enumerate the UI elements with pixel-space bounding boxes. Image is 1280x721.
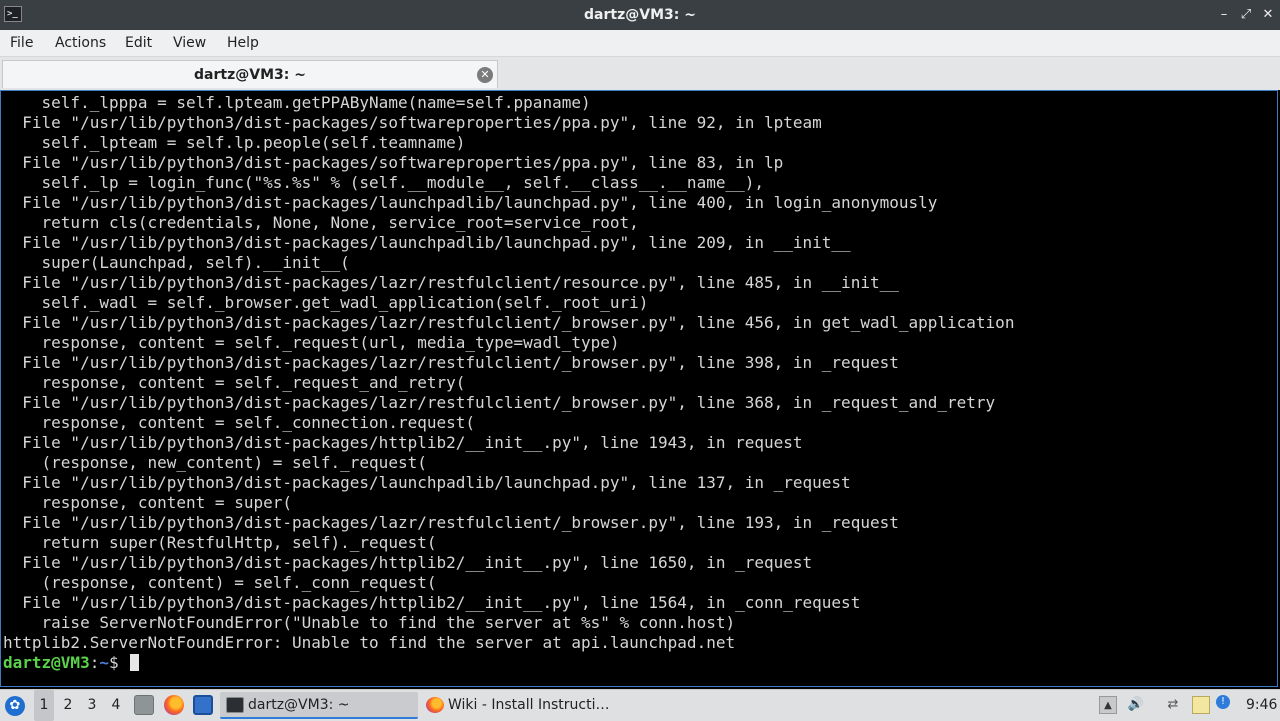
terminal-line: File "/usr/lib/python3/dist-packages/lau… (3, 193, 938, 212)
menu-bar: File Actions Edit View Help (0, 30, 1280, 57)
terminal-line: (response, content) = self._conn_request… (3, 573, 437, 592)
terminal-line: File "/usr/lib/python3/dist-packages/lau… (3, 473, 851, 492)
eject-icon[interactable]: ▲ (1099, 696, 1117, 714)
volume-icon[interactable]: 🔊 (1127, 696, 1145, 714)
terminal-line: self._lpppa = self.lpteam.getPPAByName(n… (3, 93, 591, 112)
window-title: dartz@VM3: ~ (584, 7, 696, 23)
task-terminal-label: dartz@VM3: ~ (248, 697, 350, 713)
terminal-line: File "/usr/lib/python3/dist-packages/laz… (3, 273, 899, 292)
show-desktop-icon[interactable] (193, 695, 213, 715)
terminal-line: File "/usr/lib/python3/dist-packages/sof… (3, 113, 822, 132)
task-firefox-label: Wiki - Install Instructi… (448, 697, 610, 713)
terminal-line: super(Launchpad, self).__init__( (3, 253, 350, 272)
terminal-line: File "/usr/lib/python3/dist-packages/sof… (3, 153, 784, 172)
file-manager-icon[interactable] (134, 695, 154, 715)
terminal-line: File "/usr/lib/python3/dist-packages/laz… (3, 353, 899, 372)
firefox-icon (426, 697, 444, 713)
close-button[interactable]: ✕ (1258, 5, 1278, 25)
terminal-line: raise ServerNotFoundError("Unable to fin… (3, 613, 736, 632)
workspace-3[interactable]: 3 (82, 690, 102, 721)
taskbar: ✿ 1 2 3 4 dartz@VM3: ~ Wiki - Install In… (0, 689, 1280, 721)
prompt-user: dartz@VM3 (3, 653, 90, 672)
menu-actions[interactable]: Actions (55, 30, 106, 56)
clipboard-icon[interactable] (1192, 696, 1210, 714)
terminal-line: self._lp = login_func("%s.%s" % (self.__… (3, 173, 764, 192)
terminal-line: self._lpteam = self.lp.people(self.teamn… (3, 133, 466, 152)
terminal-line: httplib2.ServerNotFoundError: Unable to … (3, 633, 736, 652)
clock[interactable]: 9:46 (1246, 690, 1277, 721)
prompt-path: ~ (99, 653, 109, 672)
menu-help[interactable]: Help (227, 30, 259, 56)
workspace-4[interactable]: 4 (106, 690, 126, 721)
terminal-line: response, content = super( (3, 493, 292, 512)
terminal-cursor (130, 654, 140, 671)
task-terminal[interactable]: dartz@VM3: ~ (220, 692, 418, 719)
terminal-line: response, content = self._request_and_re… (3, 373, 466, 392)
menu-edit[interactable]: Edit (125, 30, 152, 56)
terminal-lines: self._lpppa = self.lpteam.getPPAByName(n… (3, 93, 1014, 673)
menu-file[interactable]: File (10, 30, 33, 56)
tab-label: dartz@VM3: ~ (194, 67, 306, 83)
firefox-icon[interactable] (164, 695, 184, 715)
terminal-line: File "/usr/lib/python3/dist-packages/htt… (3, 553, 813, 572)
tab-terminal[interactable]: dartz@VM3: ~ ✕ (2, 60, 498, 88)
terminal-output[interactable]: self._lpppa = self.lpteam.getPPAByName(n… (0, 90, 1278, 687)
terminal-line: File "/usr/lib/python3/dist-packages/htt… (3, 593, 861, 612)
terminal-line: File "/usr/lib/python3/dist-packages/lau… (3, 233, 851, 252)
terminal-line: response, content = self._connection.req… (3, 413, 476, 432)
terminal-icon (226, 697, 244, 713)
network-icon[interactable]: ⇄ (1164, 696, 1182, 714)
window-titlebar[interactable]: >_ dartz@VM3: ~ – ⤢ ✕ (0, 0, 1280, 30)
prompt-symbol: $ (108, 653, 129, 672)
tab-bar: dartz@VM3: ~ ✕ (0, 57, 1280, 90)
minimize-button[interactable]: – (1214, 5, 1234, 25)
terminal-line: response, content = self._request(url, m… (3, 333, 620, 352)
workspace-2[interactable]: 2 (58, 690, 78, 721)
terminal-line: File "/usr/lib/python3/dist-packages/laz… (3, 393, 996, 412)
terminal-line: File "/usr/lib/python3/dist-packages/htt… (3, 433, 803, 452)
prompt-separator: : (89, 653, 100, 672)
lubuntu-logo-icon[interactable]: ✿ (5, 696, 25, 716)
update-notifier-icon[interactable]: ! (1216, 695, 1230, 709)
terminal-line: File "/usr/lib/python3/dist-packages/laz… (3, 513, 899, 532)
terminal-line: (response, new_content) = self._request( (3, 453, 427, 472)
menu-view[interactable]: View (173, 30, 206, 56)
terminal-prompt-line[interactable]: dartz@VM3:~$ (3, 653, 1014, 673)
terminal-line: File "/usr/lib/python3/dist-packages/laz… (3, 313, 1015, 332)
tab-close-icon[interactable]: ✕ (477, 67, 493, 83)
terminal-line: return cls(credentials, None, None, serv… (3, 213, 639, 232)
terminal-line: self._wadl = self._browser.get_wadl_appl… (3, 293, 649, 312)
task-firefox[interactable]: Wiki - Install Instructi… (420, 692, 618, 719)
terminal-line: return super(RestfulHttp, self)._request… (3, 533, 437, 552)
maximize-button[interactable]: ⤢ (1236, 5, 1256, 25)
workspace-1[interactable]: 1 (34, 690, 54, 721)
